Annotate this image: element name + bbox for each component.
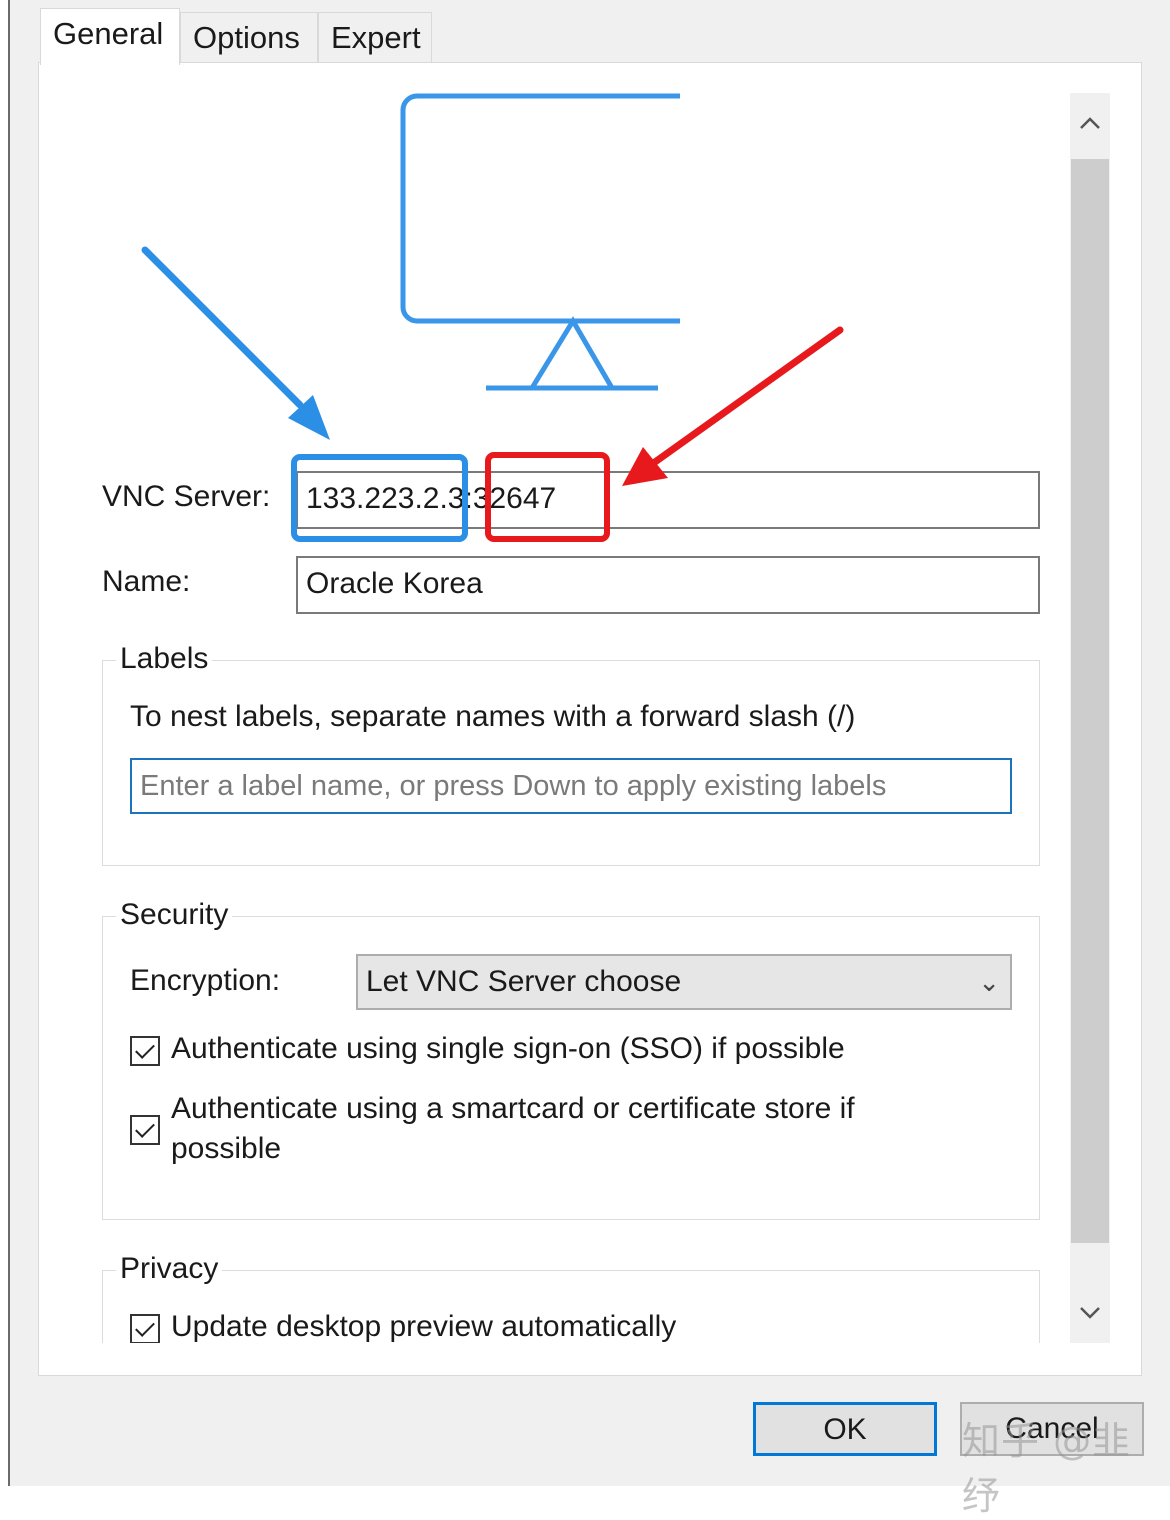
vnc-server-input[interactable]: 133.223.2.3:32647 <box>296 471 1040 529</box>
ok-button[interactable]: OK <box>753 1402 937 1456</box>
label-name-input[interactable]: Enter a label name, or press Down to app… <box>130 758 1012 814</box>
chevron-down-icon: ⌄ <box>978 967 1000 997</box>
vnc-server-label: VNC Server: <box>102 480 271 513</box>
tab-general[interactable]: General <box>40 8 180 65</box>
encryption-value: Let VNC Server choose <box>366 965 682 998</box>
encryption-dropdown[interactable]: Let VNC Server choose ⌄ <box>356 954 1012 1010</box>
encryption-label: Encryption: <box>130 964 281 997</box>
scrollbar-thumb[interactable] <box>1071 159 1109 1243</box>
sso-checkbox[interactable] <box>130 1036 160 1066</box>
smartcard-checkbox[interactable] <box>130 1115 160 1145</box>
sso-checkbox-label: Authenticate using single sign-on (SSO) … <box>171 1032 845 1065</box>
update-preview-label: Update desktop preview automatically <box>171 1310 677 1343</box>
vertical-scrollbar[interactable] <box>1070 93 1110 1343</box>
security-group-title: Security <box>116 898 233 932</box>
name-label: Name: <box>102 565 191 598</box>
privacy-group-title: Privacy <box>116 1252 223 1286</box>
chevron-down-icon[interactable] <box>1070 1283 1110 1343</box>
monitor-icon <box>400 93 680 391</box>
smartcard-checkbox-label-line2: possible <box>171 1132 282 1165</box>
labels-hint: To nest labels, separate names with a fo… <box>130 700 856 733</box>
watermark-text: 知乎 @韭纾 <box>962 1419 1132 1518</box>
smartcard-checkbox-label-line1: Authenticate using a smartcard or certif… <box>171 1092 855 1125</box>
update-preview-checkbox[interactable] <box>130 1314 160 1343</box>
scroll-viewport: VNC Server: 133.223.2.3:32647 Name: Orac… <box>0 0 1066 1343</box>
labels-group-title: Labels <box>116 642 213 676</box>
chevron-up-icon[interactable] <box>1070 93 1110 153</box>
name-input[interactable]: Oracle Korea <box>296 556 1040 614</box>
